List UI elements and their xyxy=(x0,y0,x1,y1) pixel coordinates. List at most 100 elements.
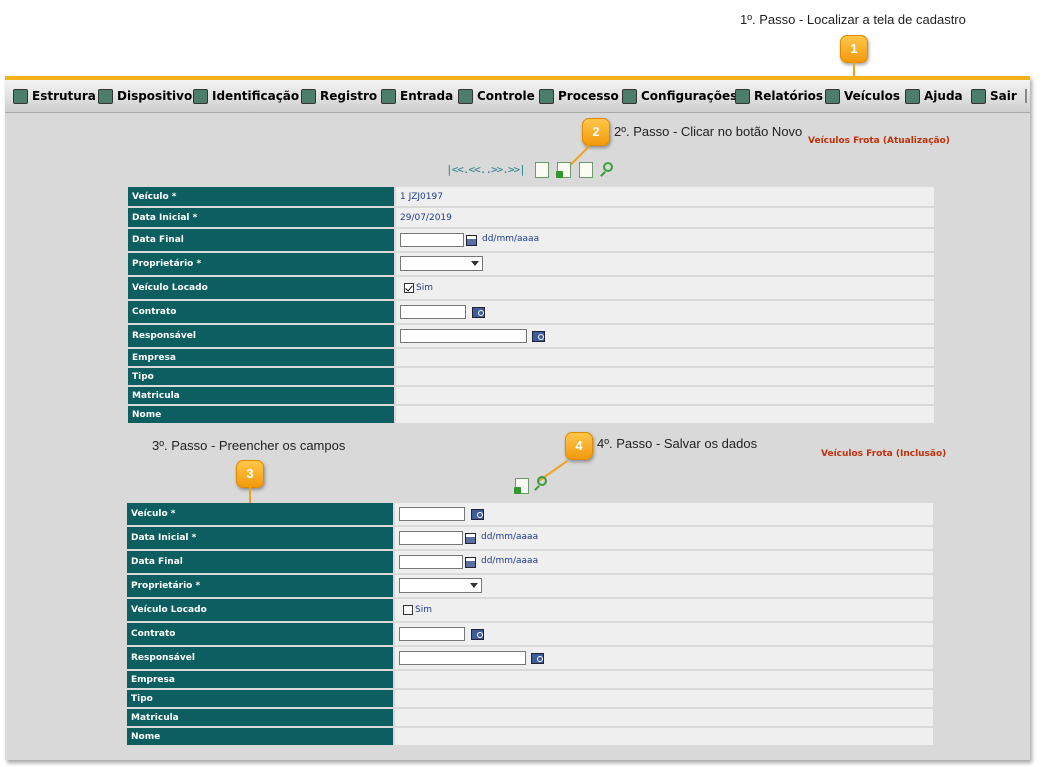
field-label: Veículo * xyxy=(127,503,393,525)
menu-registro[interactable]: Registro xyxy=(301,86,377,106)
search-icon[interactable] xyxy=(537,476,547,486)
field-label: Data Final xyxy=(127,551,393,573)
field-label: Empresa xyxy=(128,349,394,366)
field-label: Matricula xyxy=(127,709,393,726)
control-icon xyxy=(458,88,473,104)
menu-label: Registro xyxy=(320,89,378,103)
menu-sair[interactable]: Sair xyxy=(971,86,1017,106)
end-date-input[interactable] xyxy=(399,555,463,569)
field-value-cell: 1 JZJ0197 xyxy=(396,187,934,206)
menu-processo[interactable]: Processo xyxy=(539,86,619,106)
lookup-icon[interactable] xyxy=(471,509,484,520)
vehicle-value: 1 JZJ0197 xyxy=(400,191,443,202)
save-icon[interactable] xyxy=(556,162,571,178)
leased-option-label: Sim xyxy=(415,605,432,615)
step2-marker: 2 xyxy=(582,118,610,146)
field-label: Proprietário * xyxy=(127,575,393,597)
field-label: Veículo * xyxy=(128,187,394,206)
menu-estrutura[interactable]: Estrutura xyxy=(13,86,96,106)
menu-label: Controle xyxy=(477,89,535,103)
lookup-icon[interactable] xyxy=(532,331,545,342)
form-update-title: Veículos Frota (Atualização) xyxy=(808,136,950,146)
field-label: Data Inicial * xyxy=(128,208,394,227)
field-label: Matricula xyxy=(128,387,394,404)
leased-checkbox[interactable] xyxy=(404,283,414,293)
owner-select[interactable] xyxy=(399,578,482,593)
leased-checkbox[interactable] xyxy=(403,605,413,615)
menu-controle[interactable]: Controle xyxy=(458,86,535,106)
menu-label: Estrutura xyxy=(32,89,96,103)
process-icon xyxy=(539,88,554,104)
date-format-hint: dd/mm/aaaa xyxy=(482,234,540,244)
field-label: Veículo Locado xyxy=(128,277,394,299)
menu-entrada[interactable]: Entrada xyxy=(381,86,453,106)
device-icon xyxy=(98,88,113,104)
new-record-icon[interactable] xyxy=(535,162,549,178)
callout-step1-text: 1º. Passo - Localizar a tela de cadastro xyxy=(740,12,966,27)
lookup-icon[interactable] xyxy=(472,307,485,318)
date-format-hint: dd/mm/aaaa xyxy=(481,532,539,542)
end-date-input[interactable] xyxy=(400,233,464,247)
contract-input[interactable] xyxy=(399,627,465,641)
menu-ajuda[interactable]: Ajuda xyxy=(905,86,963,106)
field-value-cell xyxy=(395,728,933,745)
field-label: Nome xyxy=(127,728,393,745)
field-label: Contrato xyxy=(128,301,394,323)
form-insert-title: Veículos Frota (Inclusão) xyxy=(821,449,947,459)
field-label: Contrato xyxy=(127,623,393,645)
owner-select[interactable] xyxy=(400,256,483,271)
field-value-cell xyxy=(396,349,934,366)
menu-veiculos[interactable]: Veículos xyxy=(825,86,900,106)
field-value-cell: 29/07/2019 xyxy=(396,208,934,227)
register-icon xyxy=(301,88,316,104)
settings-icon xyxy=(622,88,637,104)
entry-icon xyxy=(381,88,396,104)
step4-marker: 4 xyxy=(565,432,593,460)
calendar-icon[interactable] xyxy=(466,235,477,246)
field-value-cell: dd/mm/aaaa xyxy=(395,551,933,573)
menu-identificacao[interactable]: Identificação xyxy=(193,86,299,106)
step3-marker: 3 xyxy=(236,460,264,488)
start-date-input[interactable] xyxy=(399,531,463,545)
menu-configuracoes[interactable]: Configurações xyxy=(622,86,737,106)
reports-icon xyxy=(735,88,750,104)
lookup-icon[interactable] xyxy=(471,629,484,640)
calendar-icon[interactable] xyxy=(465,557,476,568)
field-label: Veículo Locado xyxy=(127,599,393,621)
date-format-hint: dd/mm/aaaa xyxy=(481,556,539,566)
undo-icon[interactable] xyxy=(579,162,593,178)
record-navigation[interactable]: |<<.<<..>>.>>| xyxy=(446,163,526,176)
field-label: Tipo xyxy=(128,368,394,385)
field-value-cell xyxy=(396,406,934,423)
vehicle-input[interactable] xyxy=(399,507,465,521)
field-label: Responsável xyxy=(127,647,393,669)
lookup-icon[interactable] xyxy=(531,653,544,664)
field-value-cell xyxy=(395,690,933,707)
responsible-input[interactable] xyxy=(400,329,527,343)
callout-step4-text: 4º. Passo - Salvar os dados xyxy=(597,436,758,451)
responsible-input[interactable] xyxy=(399,651,526,665)
menu-dispositivo[interactable]: Dispositivo xyxy=(98,86,192,106)
menu-label: Relatórios xyxy=(754,89,823,103)
menu-relatorios[interactable]: Relatórios xyxy=(735,86,823,106)
field-value-cell xyxy=(395,647,933,669)
field-value-cell xyxy=(395,671,933,688)
field-label: Responsável xyxy=(128,325,394,347)
menu-label: Ajuda xyxy=(924,89,963,103)
menu-label: Veículos xyxy=(844,89,901,103)
application-window: Estrutura Dispositivo Identificação Regi… xyxy=(5,76,1030,760)
menu-label: Sair xyxy=(990,89,1017,103)
contract-input[interactable] xyxy=(400,305,466,319)
save-icon[interactable] xyxy=(514,478,529,494)
field-value-cell xyxy=(396,253,934,275)
callout-step3-text: 3º. Passo - Preencher os campos xyxy=(152,438,346,453)
identification-icon xyxy=(193,88,208,104)
menu-label: Identificação xyxy=(212,89,300,103)
search-icon[interactable] xyxy=(603,162,613,172)
menu-label: Dispositivo xyxy=(117,89,193,103)
menu-label: Processo xyxy=(558,89,619,103)
calendar-icon[interactable] xyxy=(465,533,476,544)
field-value-cell: Sim xyxy=(396,277,934,299)
field-value-cell xyxy=(395,709,933,726)
structure-icon xyxy=(13,88,28,104)
